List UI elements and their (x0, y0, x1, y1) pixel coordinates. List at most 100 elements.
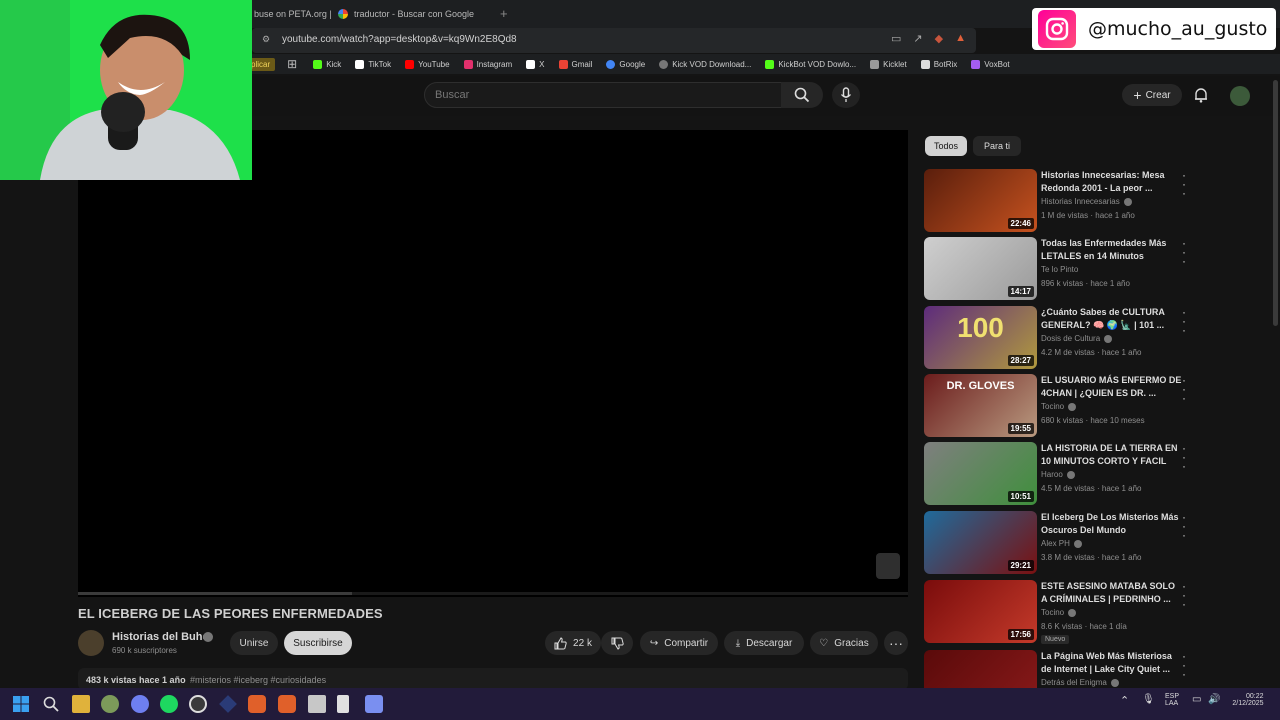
rec-title[interactable]: ¿Cuánto Sabes de CULTURA GENERAL? 🧠 🌍 🗽 … (1041, 306, 1183, 332)
like-button[interactable]: 22 k (545, 631, 601, 655)
rec-channel[interactable]: Dosis de Cultura (1041, 334, 1113, 343)
address-bar[interactable]: ⚙ youtube.com/watch?app=desktop&v=kq9Wn2… (252, 28, 976, 53)
obs-icon[interactable] (189, 695, 207, 713)
microphone-tray-icon[interactable]: 🎙 (1142, 694, 1155, 705)
rec-video-card[interactable]: 22:46 Historias Innecesarias: Mesa Redond… (924, 169, 1194, 233)
rec-video-card[interactable]: DR. GLOVES 19:55 EL USUARIO MÁS ENFERMO DE… (924, 374, 1194, 438)
rec-channel[interactable]: Tocino (1041, 402, 1077, 411)
network-icon[interactable]: ▭ (1192, 694, 1201, 705)
rec-title[interactable]: LA HISTORIA DE LA TIERRA EN 10 MINUTOS C… (1041, 442, 1183, 468)
rec-channel[interactable]: Haroo (1041, 470, 1075, 479)
brave-icon[interactable] (248, 695, 266, 713)
join-button[interactable]: Unirse (230, 631, 278, 655)
site-info-icon[interactable]: ⚙ (262, 34, 270, 45)
windows-start-icon[interactable] (12, 695, 30, 713)
scrollbar-thumb[interactable] (1273, 80, 1278, 326)
more-vert-icon[interactable]: · · · (1182, 306, 1186, 336)
bookmark-x[interactable]: X (526, 59, 545, 69)
rec-video-card[interactable]: 29:21 El Iceberg De Los Misterios Más Osc… (924, 511, 1194, 575)
bookmark-google[interactable]: Google (606, 59, 645, 69)
rec-channel[interactable]: Historias Innecesarias (1041, 197, 1132, 206)
bookmark-kick-vod[interactable]: Kick VOD Download... (659, 59, 751, 69)
language-indicator[interactable]: ESP LAA (1165, 693, 1179, 707)
rec-thumbnail[interactable]: 10:51 (924, 442, 1037, 505)
document-icon[interactable] (337, 695, 349, 713)
chrome-icon[interactable] (101, 695, 119, 713)
more-actions-button[interactable]: ··· (884, 631, 908, 655)
bookmark-botrix[interactable]: BotRix (920, 59, 957, 69)
extension-icon[interactable]: ◆ (935, 32, 943, 45)
notifications-bell-icon[interactable] (1192, 86, 1210, 104)
rec-thumbnail[interactable]: 29:21 (924, 511, 1037, 574)
more-vert-icon[interactable]: · · · (1182, 580, 1186, 610)
channel-name[interactable]: Historias del Buho (112, 631, 209, 643)
thanks-button[interactable]: ♡ Gracias (810, 631, 878, 655)
channel-avatar[interactable] (78, 630, 104, 656)
hashtags[interactable]: #misterios #iceberg #curiosidades (190, 675, 326, 685)
user-avatar[interactable] (1230, 86, 1250, 106)
rec-thumbnail[interactable]: DR. GLOVES 19:55 (924, 374, 1037, 437)
share-button[interactable]: ↪ Compartir (640, 631, 718, 655)
more-vert-icon[interactable]: · · · (1182, 650, 1186, 680)
rec-thumbnail[interactable]: 100 28:27 (924, 306, 1037, 369)
more-vert-icon[interactable]: · · · (1182, 237, 1186, 267)
share-icon[interactable]: ↗ (913, 32, 922, 45)
progress-bar[interactable] (78, 592, 908, 595)
more-vert-icon[interactable]: · · · (1182, 374, 1186, 404)
bookmark-youtube[interactable]: YouTube (405, 59, 450, 69)
subscribe-button[interactable]: Suscribirse (284, 631, 352, 655)
brave-rewards-icon[interactable]: ▲ (955, 32, 966, 45)
rec-channel[interactable]: Tocino (1041, 608, 1077, 617)
more-vert-icon[interactable]: · · · (1182, 442, 1186, 472)
video-player[interactable] (78, 130, 908, 597)
rec-video-card[interactable]: 10:51 LA HISTORIA DE LA TIERRA EN 10 MINU… (924, 442, 1194, 506)
more-vert-icon[interactable]: · · · (1182, 511, 1186, 541)
tray-chevron-icon[interactable]: ⌃ (1120, 694, 1129, 707)
rec-video-card[interactable]: 100 28:27 ¿Cuánto Sabes de CULTURA GENERAL… (924, 306, 1194, 370)
bookmark-voxbot[interactable]: VoxBot (971, 59, 1010, 69)
spotify-icon[interactable] (160, 695, 178, 713)
notepad-icon[interactable] (308, 695, 326, 713)
channel-watermark[interactable] (876, 553, 900, 579)
file-explorer-icon[interactable] (72, 695, 90, 713)
new-tab-button[interactable]: + (500, 6, 508, 21)
chip-all[interactable]: Todos (925, 136, 967, 156)
rec-title[interactable]: EL USUARIO MÁS ENFERMO DE 4CHAN | ¿QUIEN… (1041, 374, 1183, 400)
app-icon[interactable] (365, 695, 383, 713)
dislike-button[interactable] (601, 631, 633, 655)
search-input[interactable]: Buscar (424, 82, 782, 108)
volume-icon[interactable]: 🔊 (1208, 694, 1220, 705)
bookmark-kick[interactable]: Kick (313, 59, 341, 69)
create-button[interactable]: + Crear (1122, 84, 1182, 106)
bookmark-instagram[interactable]: Instagram (463, 59, 512, 69)
rec-title[interactable]: La Página Web Más Misteriosa de Internet… (1041, 650, 1183, 676)
rec-video-card[interactable]: 14:17 Todas las Enfermedades Más LETALES … (924, 237, 1194, 301)
download-button[interactable]: ⤓ Descargar (724, 631, 804, 655)
rec-channel[interactable]: Detrás del Enigma (1041, 678, 1119, 687)
search-icon[interactable] (42, 695, 60, 713)
rec-channel[interactable]: Alex PH (1041, 539, 1082, 548)
brave-profile-icon[interactable] (278, 695, 296, 713)
discord-icon[interactable] (131, 695, 149, 713)
chip-for-you[interactable]: Para ti (973, 136, 1021, 156)
bookmark-kickbot-vod[interactable]: KickBot VOD Dowlo... (765, 59, 856, 69)
bookmark-kicklet[interactable]: Kicklet (870, 59, 907, 69)
more-vert-icon[interactable]: · · · (1182, 169, 1186, 199)
search-button[interactable] (781, 82, 823, 108)
bookmark-tiktok[interactable]: TikTok (355, 59, 391, 69)
rec-title[interactable]: Todas las Enfermedades Más LETALES en 14… (1041, 237, 1183, 263)
apps-grid-icon[interactable]: ⊞ (287, 57, 297, 71)
rec-title[interactable]: ESTE ASESINO MATABA SOLO A CRÍMINALES | … (1041, 580, 1183, 606)
rec-thumbnail[interactable]: 14:17 (924, 237, 1037, 300)
tab-traductor[interactable]: traductor - Buscar con Google (338, 4, 474, 24)
rec-title[interactable]: El Iceberg De Los Misterios Más Oscuros … (1041, 511, 1183, 537)
rec-channel[interactable]: Te lo Pinto (1041, 265, 1078, 274)
rec-thumbnail[interactable]: 22:46 (924, 169, 1037, 232)
rec-thumbnail[interactable]: 17:56 (924, 580, 1037, 643)
rec-title[interactable]: Historias Innecesarias: Mesa Redonda 200… (1041, 169, 1183, 195)
install-icon[interactable]: ▭ (891, 32, 901, 45)
clock[interactable]: 00:22 2/12/2025 (1230, 693, 1263, 707)
bookmark-gmail[interactable]: Gmail (558, 59, 592, 69)
rec-video-card[interactable]: 17:56 ESTE ASESINO MATABA SOLO A CRÍMINAL… (924, 580, 1194, 644)
tab-peta[interactable]: buse on PETA.org | (254, 4, 332, 24)
